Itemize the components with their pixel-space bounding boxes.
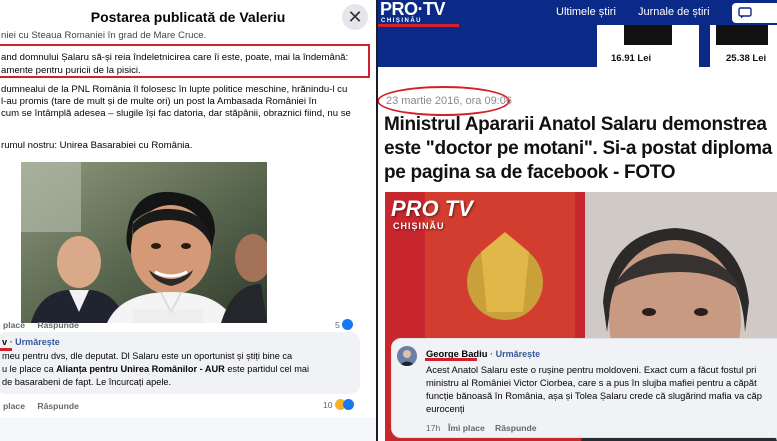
logo-red-underline (378, 24, 459, 27)
highlight-box (0, 44, 370, 78)
like-button[interactable]: place (3, 401, 25, 411)
comment-line: de basarabeni de fapt. Le încurcați apel… (2, 377, 172, 387)
follow-link[interactable]: · Urmărește (10, 337, 60, 347)
price-value: 16.91 Lei (611, 53, 652, 64)
like-button[interactable]: Îmi place (448, 423, 485, 433)
like-button[interactable]: place (3, 320, 25, 330)
red-underline (425, 358, 477, 361)
reply-button[interactable]: Răspunde (37, 320, 79, 330)
price-value: 25.38 Lei (726, 53, 767, 64)
reaction-count: 10 (323, 399, 354, 410)
person-icon (397, 346, 417, 366)
next-comment-stub (0, 418, 376, 441)
tile-image (624, 25, 672, 45)
nav-ultimele-stiri[interactable]: Ultimele știri (556, 6, 616, 18)
protv-article: PRO·TV CHIȘINĂU Ultimele știri Jurnale d… (378, 0, 777, 441)
post-line: rumul nostru: Unirea Basarabiei cu Român… (1, 140, 193, 151)
post-line: cum se întâmplă adesea – slugile își fac… (1, 108, 351, 119)
article-date: 23 martie 2016, ora 09:06 (386, 95, 512, 107)
party-name: Alianța pentru Unirea Românilor - AUR (56, 364, 225, 374)
post-line: niei cu Steaua Romaniei în grad de Mare … (1, 30, 207, 41)
comment-card: v · Urmărește meu pentru dvs, dle deputa… (0, 332, 360, 394)
headline-line: Ministrul Apararii Anatol Salaru demonst… (384, 114, 767, 135)
post-line: l-au promis (tare de mult și de multe or… (1, 96, 317, 107)
comment-card: George Badiu · Urmărește Acest Anatol Sa… (391, 338, 777, 438)
facebook-post-dialog: Postarea publicată de Valeriu ✕ niei cu … (0, 0, 376, 441)
dialog-title: Postarea publicată de Valeriu (90, 9, 286, 25)
image-watermark: PRO TV (391, 196, 473, 221)
image-watermark-sub: CHIȘINĂU (393, 221, 445, 231)
comment-time: 17h (426, 423, 441, 433)
tile-image (716, 25, 768, 45)
like-reaction-icon (342, 399, 354, 410)
comment-line: eurocenți (426, 403, 465, 414)
like-reaction-icon (341, 319, 353, 330)
comment-line: meu pentru dvs, dle deputat. Dl Salaru e… (2, 351, 293, 361)
comment-line: Acest Anatol Salaru este o rușine pentru… (426, 364, 757, 375)
reaction-count: 5 (335, 319, 353, 330)
comment-meta: place Răspunde (3, 401, 79, 411)
currency-tile: 16.91 Lei (597, 25, 699, 67)
red-underline (0, 348, 12, 351)
chat-icon (738, 7, 752, 19)
post-photo (21, 162, 267, 323)
comment-line: ministru al României Victor Ciorbea, car… (426, 377, 757, 388)
follow-link[interactable]: · Urmărește (490, 349, 540, 359)
close-icon[interactable]: ✕ (342, 4, 368, 30)
comment-meta-top: place Răspunde (3, 320, 79, 330)
menu-button[interactable] (732, 3, 777, 23)
post-line: dumnealui de la PNL România îl folosesc … (1, 84, 348, 95)
comment-line: u le place ca Alianța pentru Unirea Româ… (2, 364, 310, 374)
nav-jurnale-de-stiri[interactable]: Jurnale de știri (638, 6, 710, 18)
comment-author: v · Urmărește (2, 337, 60, 347)
avatar[interactable] (397, 346, 417, 366)
reply-button[interactable]: Răspunde (495, 423, 537, 433)
comment-line: funcție bănoasă în România, așa și Tolea… (426, 390, 762, 401)
currency-tile: 25.38 Lei (710, 25, 777, 67)
headline-line: pe pagina sa de facebook - FOTO (384, 162, 676, 183)
photo-of-man-icon (21, 162, 267, 323)
headline-line: este "doctor pe motani". Si-a postat dip… (384, 138, 773, 159)
reply-button[interactable]: Răspunde (37, 401, 79, 411)
